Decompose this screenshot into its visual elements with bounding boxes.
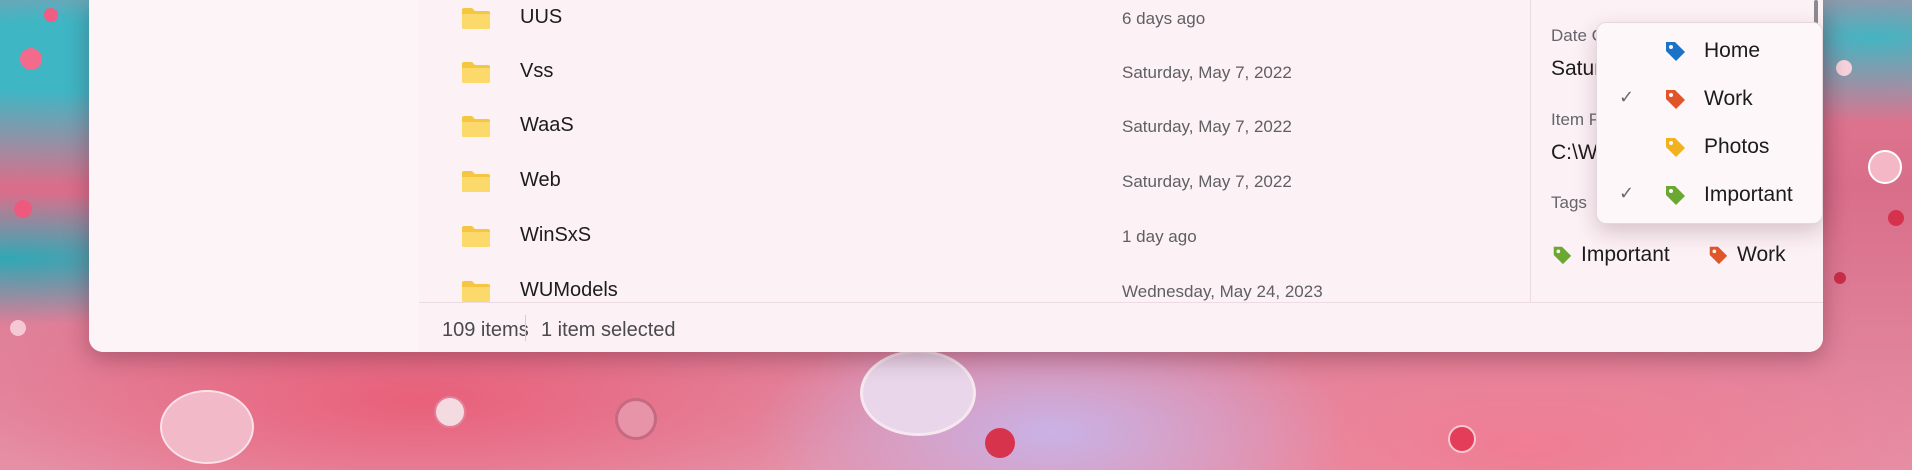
background-bubble (14, 200, 32, 218)
menu-item-label: Home (1704, 39, 1761, 62)
file-name: WinSxS (520, 224, 592, 246)
file-row[interactable]: WinSxS 1 day ago (419, 210, 1530, 264)
file-date: Saturday, May 7, 2022 (1122, 117, 1292, 136)
background-bubble (985, 428, 1015, 458)
file-row[interactable]: WaaS Saturday, May 7, 2022 (419, 100, 1530, 154)
menu-item-home[interactable]: Home (1597, 27, 1822, 75)
tag-icon (1666, 42, 1685, 61)
file-name: WUModels (520, 279, 618, 301)
folder-icon (462, 281, 490, 302)
tag-chip-important[interactable]: Important (1551, 240, 1670, 270)
folder-icon (462, 226, 490, 247)
background-bubble (1836, 60, 1852, 76)
selection-count: 1 item selected (541, 319, 676, 341)
tag-icon (1666, 138, 1685, 157)
tag-icon (1553, 246, 1572, 265)
tag-chip-work[interactable]: Work (1707, 240, 1786, 270)
file-name: Web (520, 169, 561, 191)
background-bubble (434, 396, 466, 428)
status-bar: 109 items 1 item selected (419, 302, 1823, 352)
background-bubble (160, 390, 254, 464)
background-bubble (44, 8, 58, 22)
checkmark-icon: ✓ (1619, 87, 1635, 108)
background-bubble (1868, 150, 1902, 184)
tag-icon (1666, 90, 1685, 109)
file-name: WaaS (520, 114, 574, 136)
menu-item-label: Work (1704, 87, 1753, 110)
file-name: Vss (520, 60, 554, 82)
tag-context-menu: Home ✓ Work Photos ✓ Important (1596, 22, 1823, 224)
file-date: Wednesday, May 24, 2023 (1122, 282, 1323, 301)
file-row[interactable]: Web Saturday, May 7, 2022 (419, 155, 1530, 209)
file-list[interactable]: UUS 6 days ago Vss Saturday, May 7, 2022… (419, 0, 1530, 302)
folder-icon (462, 62, 490, 83)
background-bubble (860, 350, 976, 436)
folder-icon (462, 116, 490, 137)
menu-item-label: Important (1704, 183, 1793, 206)
menu-item-label: Photos (1704, 135, 1770, 158)
status-divider (525, 315, 526, 341)
file-row[interactable]: Vss Saturday, May 7, 2022 (419, 46, 1530, 100)
file-date: Saturday, May 7, 2022 (1122, 172, 1292, 191)
background-bubble (10, 320, 26, 336)
folder-icon (462, 171, 490, 192)
background-bubble (615, 398, 657, 440)
background-bubble (20, 48, 42, 70)
file-date: 6 days ago (1122, 9, 1206, 28)
menu-item-important[interactable]: ✓ Important (1597, 171, 1822, 219)
file-name: UUS (520, 6, 563, 28)
navigation-pane[interactable] (89, 0, 419, 352)
menu-item-work[interactable]: ✓ Work (1597, 75, 1822, 123)
folder-icon (462, 8, 490, 29)
file-explorer-window: UUS 6 days ago Vss Saturday, May 7, 2022… (89, 0, 1823, 352)
tag-icon (1709, 246, 1728, 265)
tag-icon (1666, 186, 1685, 205)
tags-label: Tags (1551, 193, 1587, 212)
file-date: Saturday, May 7, 2022 (1122, 63, 1292, 82)
tag-chip-label: Important (1581, 243, 1670, 266)
background-bubble (1888, 210, 1904, 226)
tag-chip-label: Work (1737, 243, 1786, 266)
file-row[interactable]: UUS 6 days ago (419, 0, 1530, 46)
file-date: 1 day ago (1122, 227, 1197, 246)
background-bubble (1834, 272, 1846, 284)
item-count: 109 items (442, 319, 529, 341)
background-bubble (1448, 425, 1476, 453)
menu-item-photos[interactable]: Photos (1597, 123, 1822, 171)
checkmark-icon: ✓ (1619, 183, 1635, 204)
